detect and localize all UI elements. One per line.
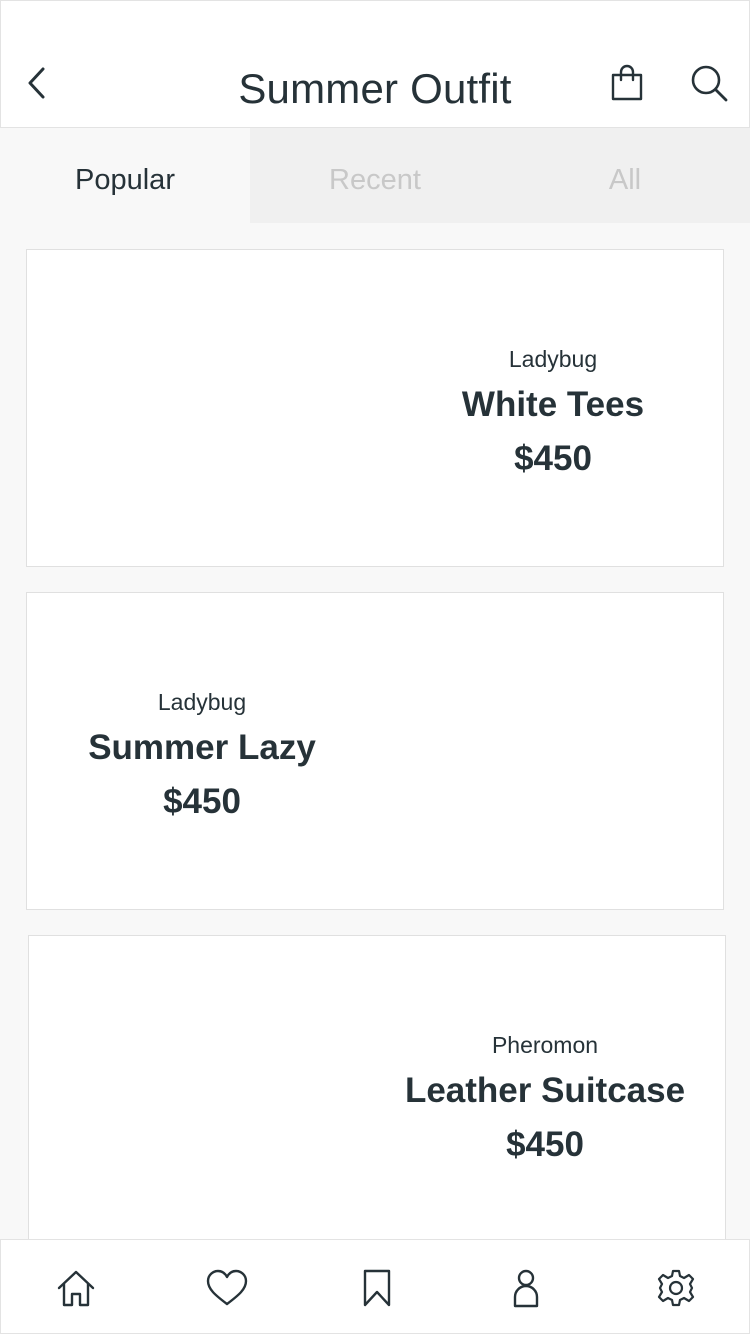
product-name: Leather Suitcase	[404, 1071, 686, 1110]
product-info: Ladybug White Tees $450	[383, 346, 723, 479]
product-price: $450	[506, 1125, 584, 1164]
product-info: Ladybug Summer Lazy $450	[32, 689, 372, 822]
product-brand: Ladybug	[508, 346, 598, 372]
tab-popular[interactable]: Popular	[0, 128, 250, 223]
shopping-bag-icon[interactable]	[607, 63, 647, 103]
tab-all[interactable]: All	[500, 128, 750, 223]
product-brand: Ladybug	[157, 689, 247, 715]
top-bar: Summer Outfit	[0, 0, 750, 128]
bookmark-icon[interactable]	[357, 1268, 397, 1308]
product-name: Summer Lazy	[88, 728, 316, 767]
home-icon[interactable]	[56, 1268, 96, 1308]
product-price: $450	[514, 439, 592, 478]
product-price: $450	[163, 782, 241, 821]
product-card[interactable]: Ladybug Summer Lazy $450	[26, 592, 724, 910]
settings-icon[interactable]	[656, 1268, 696, 1308]
product-brand: Pheromon	[491, 1032, 599, 1058]
tab-recent[interactable]: Recent	[250, 128, 500, 223]
product-name: White Tees	[461, 385, 645, 424]
search-icon[interactable]	[689, 63, 729, 103]
heart-icon[interactable]	[205, 1268, 249, 1308]
product-card[interactable]: Ladybug White Tees $450	[26, 249, 724, 567]
bottom-navigation	[0, 1239, 750, 1334]
category-tabs: Popular Recent All	[0, 128, 750, 223]
user-icon[interactable]	[506, 1268, 546, 1308]
product-card[interactable]: Pheromon Leather Suitcase $450	[28, 935, 726, 1253]
product-info: Pheromon Leather Suitcase $450	[375, 1032, 715, 1165]
